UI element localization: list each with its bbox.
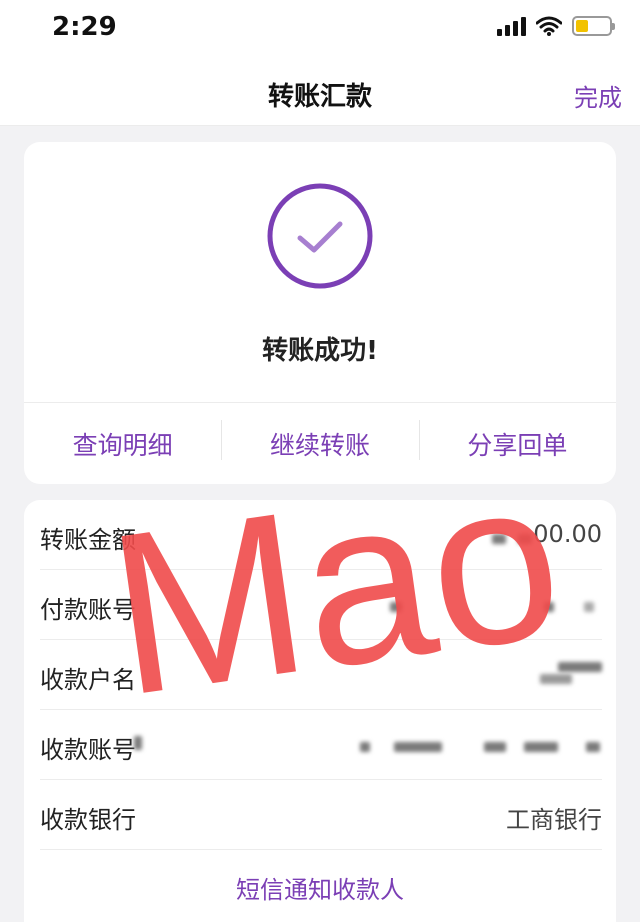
done-button[interactable]: 完成 bbox=[574, 78, 622, 113]
row-label: 收款账号 bbox=[40, 736, 136, 764]
detail-row-payee-name: 收款户名 bbox=[40, 640, 602, 710]
detail-row-amount: 转账金额 00.00 bbox=[40, 500, 602, 570]
share-receipt-button[interactable]: 分享回单 bbox=[418, 419, 616, 462]
detail-row-payee-bank: 收款银行 工商银行 bbox=[40, 780, 602, 850]
nav-bar: 转账汇款 完成 bbox=[0, 58, 640, 126]
success-card: 转账成功! 查询明细 继续转账 分享回单 bbox=[24, 142, 616, 484]
signal-icon bbox=[497, 16, 526, 36]
page-title: 转账汇款 bbox=[267, 82, 372, 112]
status-icons bbox=[497, 16, 615, 36]
query-detail-button[interactable]: 查询明细 bbox=[24, 426, 221, 462]
detail-row-payer-account: 付款账号 bbox=[40, 570, 602, 640]
status-time: 2:29 bbox=[52, 12, 117, 42]
row-label: 付款账号 bbox=[40, 596, 136, 624]
row-label: 转账金额 bbox=[40, 526, 136, 554]
transfer-amount: 00.00 bbox=[533, 520, 602, 548]
continue-transfer-button[interactable]: 继续转账 bbox=[221, 419, 418, 462]
status-bar: 2:29 bbox=[0, 0, 640, 58]
row-label: 收款户名 bbox=[40, 666, 136, 694]
payee-bank: 工商银行 bbox=[506, 806, 602, 834]
detail-card: 转账金额 00.00 付款账号 收款户名 收款账号 收款银行 工商银行 短信通知… bbox=[24, 500, 616, 922]
sms-notify-button[interactable]: 短信通知收款人 bbox=[24, 870, 616, 905]
action-bar: 查询明细 继续转账 分享回单 bbox=[24, 403, 616, 484]
battery-icon bbox=[572, 16, 615, 36]
success-check-icon bbox=[267, 183, 373, 289]
wifi-icon bbox=[536, 16, 562, 36]
success-message: 转账成功! bbox=[262, 336, 378, 366]
detail-row-payee-account: 收款账号 bbox=[40, 710, 602, 780]
row-label: 收款银行 bbox=[40, 806, 136, 834]
